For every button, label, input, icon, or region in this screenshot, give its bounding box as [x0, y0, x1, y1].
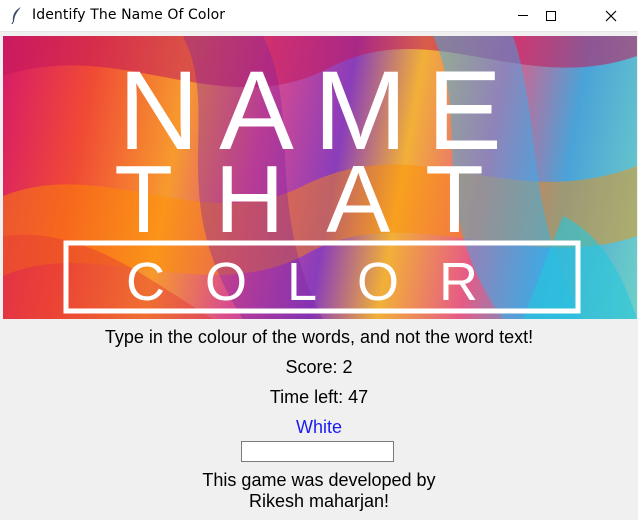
maximize-icon	[546, 10, 556, 21]
credits-line-2: Rikesh maharjan!	[248, 491, 390, 511]
name-that-color-banner: NAME THAT COLOR	[3, 36, 637, 319]
answer-input[interactable]	[241, 441, 394, 462]
close-icon	[605, 10, 617, 21]
title-bar: Identify The Name Of Color	[0, 0, 638, 32]
credits-text: This game was developed by Rikesh maharj…	[0, 470, 638, 512]
instruction-text: Type in the colour of the words, and not…	[104, 327, 534, 347]
color-word-label: White	[295, 417, 342, 437]
time-left-label: Time left: 47	[269, 387, 369, 407]
maximize-button[interactable]	[528, 0, 574, 31]
feather-icon	[11, 7, 21, 24]
minimize-icon	[518, 15, 528, 16]
close-button[interactable]	[588, 0, 634, 31]
score-label: Score: 2	[285, 357, 353, 377]
banner-line-color: COLOR	[126, 252, 518, 312]
credits-line-1: This game was developed by	[202, 470, 436, 490]
banner-line-that: THAT	[114, 146, 526, 253]
window-title: Identify The Name Of Color	[32, 7, 226, 23]
